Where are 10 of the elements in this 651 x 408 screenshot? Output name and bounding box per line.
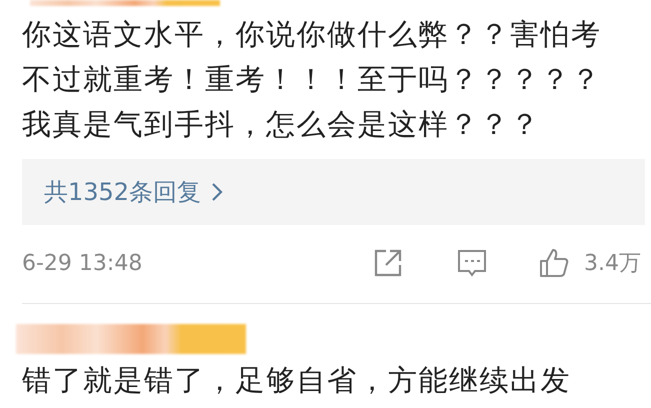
chevron-right-icon — [211, 182, 224, 202]
replies-button[interactable]: 共1352条回复 — [22, 159, 645, 225]
share-icon[interactable] — [372, 247, 404, 279]
thumbs-up-icon[interactable] — [538, 247, 570, 279]
comment-text: 错了就是错了，足够自省，方能继续出发 — [22, 362, 572, 399]
comment-text: 你这语文水平，你说你做什么弊？？害怕考不过就重考！重考！！！至于吗？？？？？我真是气到手抖，怎么会是这样？？？ — [22, 16, 602, 143]
comment-time: 6-29 13:48 — [22, 250, 144, 276]
like-count: 3.4万 — [584, 250, 641, 278]
replies-link[interactable]: 共1352条回复 — [44, 176, 202, 208]
comment-icon[interactable] — [456, 247, 488, 279]
